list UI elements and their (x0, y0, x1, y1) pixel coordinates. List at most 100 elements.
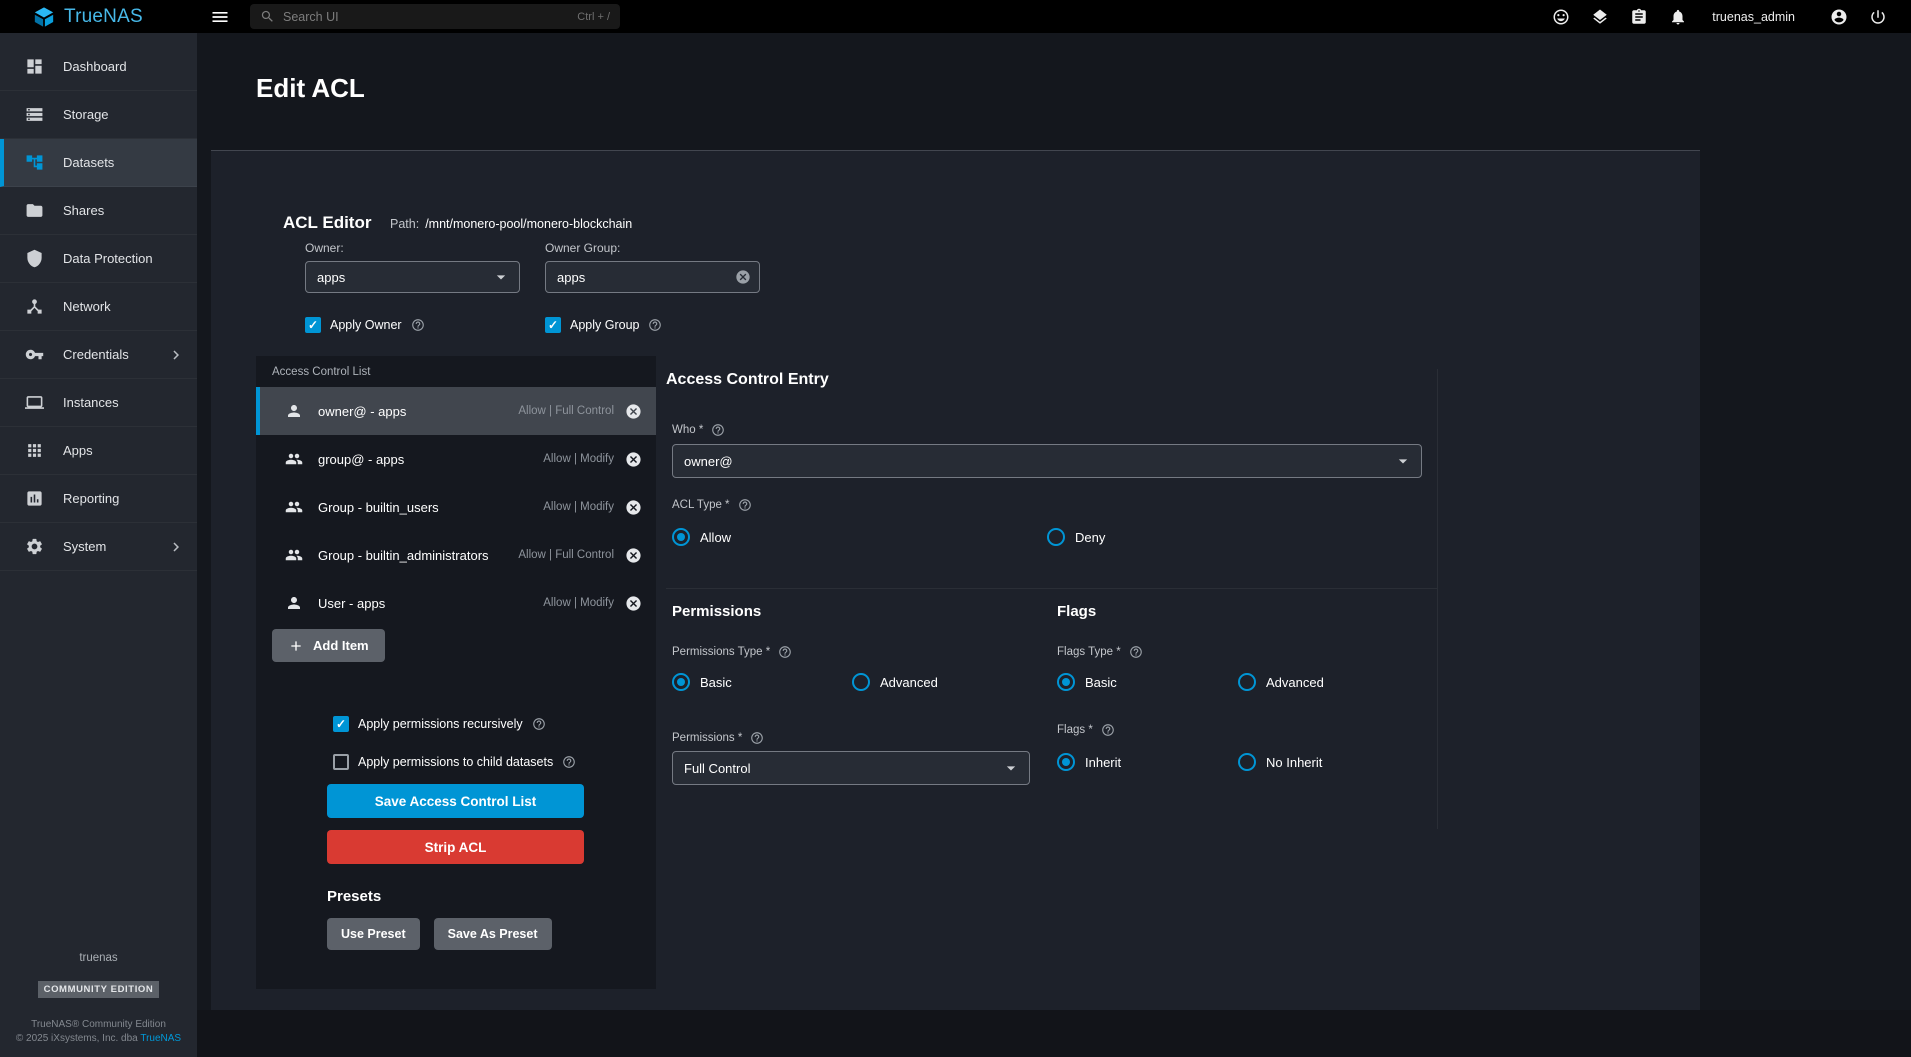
acl-entry-row[interactable]: owner@ - apps Allow | Full Control (256, 387, 656, 435)
sidebar-item-network[interactable]: Network (0, 283, 197, 331)
group-icon (285, 546, 303, 564)
save-as-preset-button[interactable]: Save As Preset (434, 918, 552, 950)
help-icon[interactable] (711, 423, 725, 437)
menu-icon[interactable] (210, 7, 230, 27)
who-select[interactable]: owner@ (672, 444, 1422, 478)
search-input[interactable] (283, 10, 569, 24)
truenas-logo[interactable]: TrueNAS (0, 6, 197, 28)
sidebar-item-system[interactable]: System (0, 523, 197, 571)
help-icon[interactable] (738, 498, 752, 512)
sidebar: Dashboard Storage Datasets Shares Data P… (0, 33, 197, 1057)
radio-permissions-advanced[interactable]: Advanced (852, 673, 938, 691)
delete-entry-icon[interactable] (625, 499, 642, 516)
flags-advanced-radio[interactable] (1238, 673, 1256, 691)
inherit-radio[interactable] (1057, 753, 1075, 771)
use-preset-button[interactable]: Use Preset (327, 918, 420, 950)
acl-list-panel: Access Control List owner@ - apps Allow … (256, 356, 656, 989)
apply-group-row[interactable]: Apply Group (545, 317, 662, 333)
path-label: Path: (390, 217, 419, 231)
radio-deny[interactable]: Deny (1047, 528, 1105, 546)
sidebar-item-reporting[interactable]: Reporting (0, 475, 197, 523)
add-item-button[interactable]: Add Item (272, 629, 385, 662)
search-icon (260, 9, 275, 24)
global-search[interactable]: Ctrl + / (250, 4, 620, 29)
chevron-right-icon (167, 538, 185, 556)
acl-entry-who: Group - builtin_users (318, 500, 439, 515)
radio-flags-advanced[interactable]: Advanced (1238, 673, 1324, 691)
who-label: Who * (672, 424, 703, 436)
sidebar-item-storage[interactable]: Storage (0, 91, 197, 139)
radio-flags-basic[interactable]: Basic (1057, 673, 1117, 691)
flags-basic-radio[interactable] (1057, 673, 1075, 691)
delete-entry-icon[interactable] (625, 403, 642, 420)
hostname: truenas (0, 952, 197, 964)
recursive-row[interactable]: Apply permissions recursively (333, 716, 546, 732)
apply-owner-checkbox[interactable] (305, 317, 321, 333)
username[interactable]: truenas_admin (1712, 10, 1795, 24)
help-icon[interactable] (750, 731, 764, 745)
layers-icon[interactable] (1591, 8, 1609, 26)
apply-owner-row[interactable]: Apply Owner (305, 317, 425, 333)
bar-chart-icon (25, 489, 44, 508)
permissions-basic-radio[interactable] (672, 673, 690, 691)
sidebar-item-apps[interactable]: Apps (0, 427, 197, 475)
clear-icon[interactable] (735, 269, 751, 285)
deny-radio[interactable] (1047, 528, 1065, 546)
delete-entry-icon[interactable] (625, 547, 642, 564)
save-acl-button[interactable]: Save Access Control List (327, 784, 584, 818)
permissions-select[interactable]: Full Control (672, 751, 1030, 785)
sidebar-item-dashboard[interactable]: Dashboard (0, 43, 197, 91)
delete-entry-icon[interactable] (625, 451, 642, 468)
help-icon[interactable] (411, 318, 425, 332)
recursive-checkbox[interactable] (333, 716, 349, 732)
flags-label: Flags * (1057, 724, 1093, 736)
owner-group-field[interactable] (545, 261, 760, 293)
add-item-label: Add Item (313, 638, 369, 653)
sidebar-item-label: Dashboard (63, 59, 127, 74)
sidebar-item-data-protection[interactable]: Data Protection (0, 235, 197, 283)
alerts-bell-icon[interactable] (1669, 8, 1687, 26)
user-circle-icon[interactable] (1830, 8, 1848, 26)
radio-inherit[interactable]: Inherit (1057, 753, 1121, 771)
power-icon[interactable] (1869, 8, 1887, 26)
sidebar-item-label: Network (63, 299, 111, 314)
child-datasets-row[interactable]: Apply permissions to child datasets (333, 754, 576, 770)
feedback-smiley-icon[interactable] (1552, 8, 1570, 26)
help-icon[interactable] (1101, 723, 1115, 737)
acl-entry-row[interactable]: group@ - apps Allow | Modify (256, 435, 656, 483)
owner-group-input[interactable] (557, 270, 735, 285)
help-icon[interactable] (1129, 645, 1143, 659)
owner-select[interactable]: apps (305, 261, 520, 293)
help-icon[interactable] (532, 717, 546, 731)
acl-entry-row[interactable]: Group - builtin_users Allow | Modify (256, 483, 656, 531)
help-icon[interactable] (778, 645, 792, 659)
acl-entry-row[interactable]: Group - builtin_administrators Allow | F… (256, 531, 656, 579)
permissions-advanced-radio[interactable] (852, 673, 870, 691)
child-datasets-checkbox[interactable] (333, 754, 349, 770)
radio-allow[interactable]: Allow (672, 528, 731, 546)
no-inherit-radio[interactable] (1238, 753, 1256, 771)
radio-no-inherit[interactable]: No Inherit (1238, 753, 1322, 771)
apply-group-checkbox[interactable] (545, 317, 561, 333)
acl-entry-rule: Allow | Full Control (518, 549, 614, 561)
who-label-row: Who * (672, 423, 725, 437)
help-icon[interactable] (562, 755, 576, 769)
copyright-brand-link[interactable]: TrueNAS (140, 1033, 181, 1044)
sidebar-item-datasets[interactable]: Datasets (0, 139, 197, 187)
allow-radio[interactable] (672, 528, 690, 546)
who-select-value: owner@ (684, 454, 733, 469)
sidebar-item-instances[interactable]: Instances (0, 379, 197, 427)
sidebar-item-label: Datasets (63, 155, 114, 170)
dashboard-icon (25, 57, 44, 76)
jobs-clipboard-icon[interactable] (1630, 8, 1648, 26)
help-icon[interactable] (648, 318, 662, 332)
sidebar-item-shares[interactable]: Shares (0, 187, 197, 235)
delete-entry-icon[interactable] (625, 595, 642, 612)
acl-entry-row[interactable]: User - apps Allow | Modify (256, 579, 656, 627)
strip-acl-button[interactable]: Strip ACL (327, 830, 584, 864)
radio-permissions-basic[interactable]: Basic (672, 673, 732, 691)
sidebar-item-credentials[interactable]: Credentials (0, 331, 197, 379)
sidebar-item-label: System (63, 539, 106, 554)
permissions-label-row: Permissions * (672, 731, 764, 745)
sidebar-nav: Dashboard Storage Datasets Shares Data P… (0, 33, 197, 571)
